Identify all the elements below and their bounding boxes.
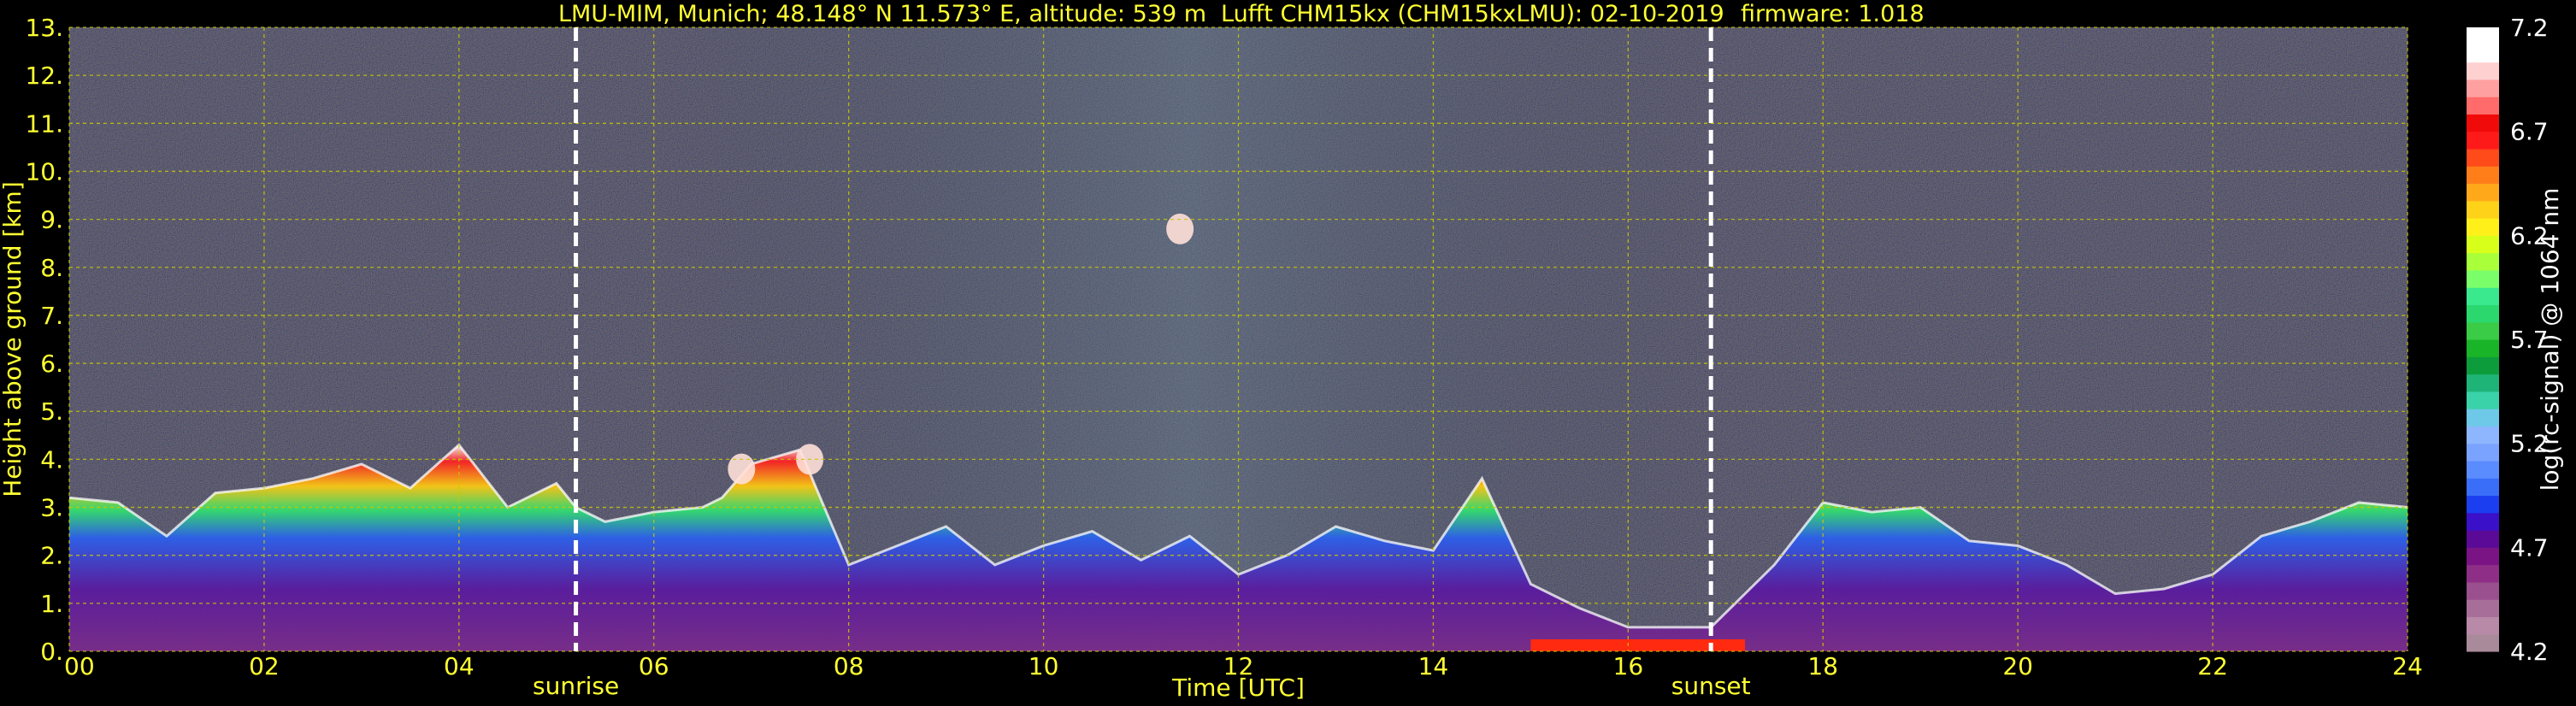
title-firmware: firmware: 1.018 <box>1741 1 1925 27</box>
lidar-chart: 0. 1. 2. 3. 4. 5. 6. 7. 8. 9. 10. 11. 12. 13. sunrise… <box>0 1 2564 702</box>
colorbar-segment <box>2467 547 2499 566</box>
colorbar-segment <box>2467 409 2499 427</box>
y-tick-label: 6. <box>40 350 63 378</box>
colorbar-segment <box>2467 374 2499 392</box>
colorbar-segment <box>2467 131 2499 150</box>
colorbar-segment <box>2467 339 2499 357</box>
colorbar <box>2467 27 2499 652</box>
x-tick-label: 10 <box>1029 652 1059 680</box>
colorbar-segment <box>2467 495 2499 514</box>
x-axis-label: Time [UTC] <box>1171 674 1305 702</box>
colorbar-tick-label: 6.7 <box>2510 118 2549 146</box>
y-tick-label: 9. <box>40 206 63 234</box>
colorbar-tick-label: 7.2 <box>2510 14 2549 42</box>
colorbar-segment <box>2467 148 2499 167</box>
sunset-label: sunset <box>1671 672 1751 700</box>
colorbar-segment <box>2467 62 2499 80</box>
y-tick-label: 1. <box>40 590 63 618</box>
colorbar-segment <box>2467 478 2499 497</box>
cirrus-patch <box>728 453 756 485</box>
sunrise-label: sunrise <box>533 672 619 700</box>
title-instrument: Lufft CHM15kx (CHM15kxLMU): 02-10-2019 <box>1221 1 1724 27</box>
colorbar-segment <box>2467 200 2499 219</box>
colorbar-segment <box>2467 218 2499 236</box>
y-tick-label: 0. <box>40 638 63 666</box>
colorbar-segment <box>2467 460 2499 479</box>
colorbar-segment <box>2467 391 2499 409</box>
y-tick-label: 2. <box>40 542 63 570</box>
colorbar-segment <box>2467 581 2499 600</box>
y-tick-label: 7. <box>40 302 63 330</box>
colorbar-segment <box>2467 443 2499 462</box>
y-tick-label: 5. <box>40 397 63 426</box>
x-tick-label: 24 <box>2392 652 2423 680</box>
colorbar-segment <box>2467 599 2499 618</box>
colorbar-segment <box>2467 252 2499 271</box>
colorbar-segment <box>2467 79 2499 97</box>
y-tick-label: 8. <box>40 254 63 282</box>
x-tick-label: 08 <box>834 652 864 680</box>
colorbar-segment <box>2467 44 2499 63</box>
colorbar-segment <box>2467 564 2499 583</box>
x-tick-label: 04 <box>444 652 475 680</box>
x-tick-label: 16 <box>1613 652 1644 680</box>
colorbar-segment <box>2467 426 2499 444</box>
colorbar-segment <box>2467 27 2499 45</box>
y-axis-ticks: 0. 1. 2. 3. 4. 5. 6. 7. 8. 9. 10. 11. 12. 13. <box>25 14 63 666</box>
colorbar-segment <box>2467 356 2499 375</box>
colorbar-segment <box>2467 304 2499 323</box>
colorbar-segment <box>2467 287 2499 306</box>
colorbar-segment <box>2467 512 2499 531</box>
y-tick-label: 12. <box>25 62 63 90</box>
y-tick-label: 10. <box>25 157 63 185</box>
x-tick-label: 06 <box>639 652 669 680</box>
y-axis-label: Height above ground [km] <box>0 181 27 497</box>
x-tick-label: 22 <box>2197 652 2228 680</box>
colorbar-segment <box>2467 235 2499 254</box>
plot-area <box>68 26 2408 652</box>
colorbar-segment <box>2467 530 2499 548</box>
x-tick-label: 00 <box>64 652 95 680</box>
colorbar-segment <box>2467 166 2499 185</box>
colorbar-segment <box>2467 114 2499 132</box>
colorbar-segment <box>2467 269 2499 288</box>
cirrus-patch <box>1166 213 1194 244</box>
title-site: LMU-MIM, Munich; 48.148° N 11.573° E, al… <box>558 1 1206 27</box>
colorbar-segment <box>2467 321 2499 340</box>
y-tick-label: 11. <box>25 109 63 138</box>
x-tick-label: 18 <box>1807 652 1838 680</box>
colorbar-tick-label: 4.7 <box>2510 533 2549 562</box>
y-tick-label: 13. <box>25 14 63 42</box>
y-tick-label: 4. <box>40 445 63 474</box>
x-tick-label: 20 <box>2002 652 2033 680</box>
colorbar-segment <box>2467 97 2499 115</box>
x-tick-label: 02 <box>249 652 280 680</box>
colorbar-segment <box>2467 183 2499 202</box>
x-tick-label: 14 <box>1418 652 1449 680</box>
colorbar-segment <box>2467 616 2499 635</box>
colorbar-segment <box>2467 633 2499 652</box>
y-tick-label: 3. <box>40 494 63 522</box>
colorbar-tick-label: 4.2 <box>2510 638 2549 666</box>
colorbar-label: log(rc-signal) @ 1064 nm <box>2536 188 2564 491</box>
